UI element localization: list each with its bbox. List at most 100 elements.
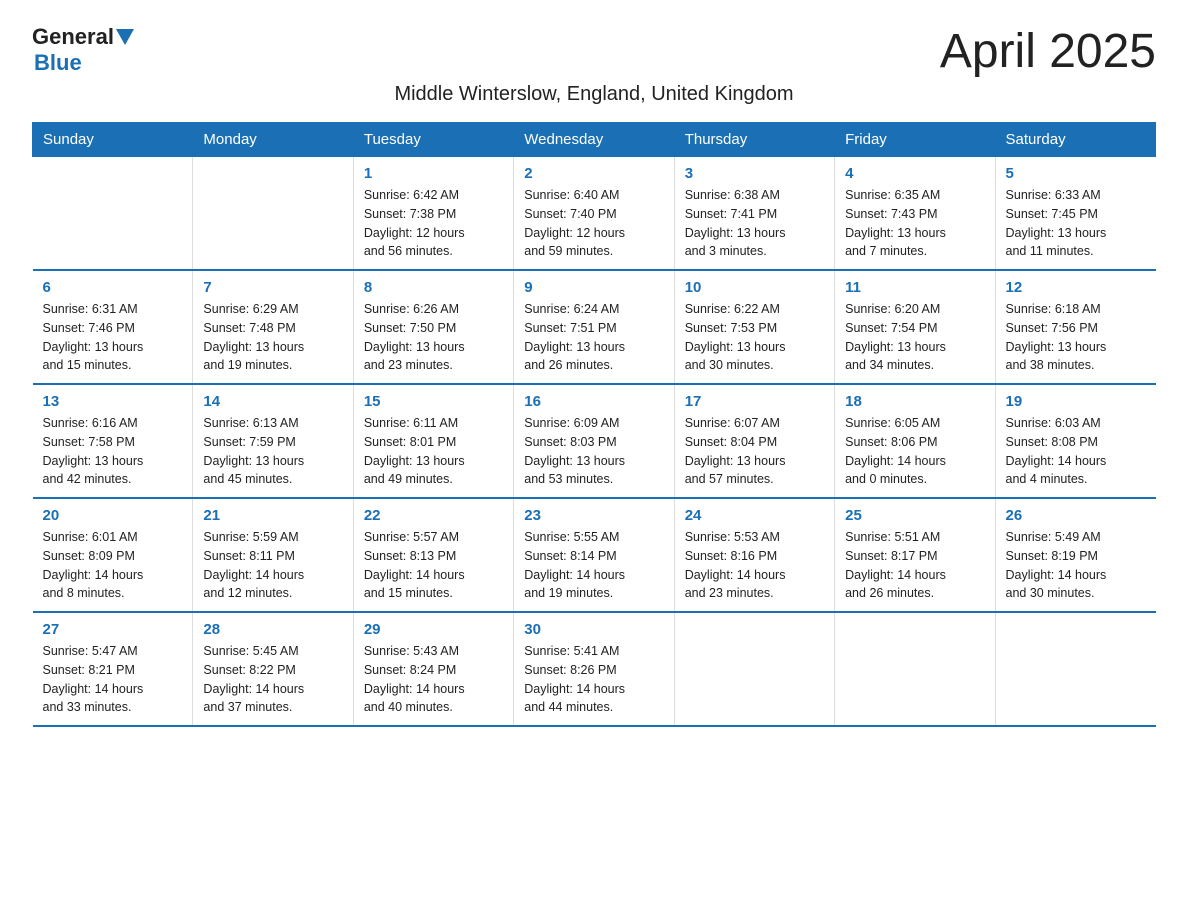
day-number: 5 <box>1006 165 1146 182</box>
day-info: Sunrise: 5:55 AMSunset: 8:14 PMDaylight:… <box>524 528 663 603</box>
day-cell: 13 Sunrise: 6:16 AMSunset: 7:58 PMDayligh… <box>33 384 193 498</box>
day-number: 24 <box>685 507 824 524</box>
day-info: Sunrise: 6:18 AMSunset: 7:56 PMDaylight:… <box>1006 300 1146 375</box>
day-info: Sunrise: 6:05 AMSunset: 8:06 PMDaylight:… <box>845 414 984 489</box>
day-cell: 29 Sunrise: 5:43 AMSunset: 8:24 PMDayligh… <box>353 612 513 726</box>
day-cell: 5 Sunrise: 6:33 AMSunset: 7:45 PMDaylight… <box>995 157 1155 271</box>
logo-triangle-icon <box>116 29 134 47</box>
subtitle: Middle Winterslow, England, United Kingd… <box>32 83 1156 106</box>
header-tuesday: Tuesday <box>353 123 513 157</box>
day-cell: 30 Sunrise: 5:41 AMSunset: 8:26 PMDayligh… <box>514 612 674 726</box>
day-info: Sunrise: 6:03 AMSunset: 8:08 PMDaylight:… <box>1006 414 1146 489</box>
logo-blue: Blue <box>34 50 82 76</box>
day-cell: 11 Sunrise: 6:20 AMSunset: 7:54 PMDayligh… <box>835 270 995 384</box>
day-cell: 18 Sunrise: 6:05 AMSunset: 8:06 PMDayligh… <box>835 384 995 498</box>
day-number: 18 <box>845 393 984 410</box>
day-number: 23 <box>524 507 663 524</box>
day-cell: 1Sunrise: 6:42 AMSunset: 7:38 PMDaylight… <box>353 157 513 271</box>
day-cell <box>995 612 1155 726</box>
day-info: Sunrise: 6:09 AMSunset: 8:03 PMDaylight:… <box>524 414 663 489</box>
day-cell: 25Sunrise: 5:51 AMSunset: 8:17 PMDayligh… <box>835 498 995 612</box>
logo-general: General <box>32 24 114 50</box>
day-number: 8 <box>364 279 503 296</box>
day-number: 17 <box>685 393 824 410</box>
day-number: 22 <box>364 507 503 524</box>
week-row-2: 6Sunrise: 6:31 AMSunset: 7:46 PMDaylight… <box>33 270 1156 384</box>
day-cell: 9 Sunrise: 6:24 AMSunset: 7:51 PMDaylight… <box>514 270 674 384</box>
day-info: Sunrise: 6:31 AMSunset: 7:46 PMDaylight:… <box>43 300 183 375</box>
day-number: 15 <box>364 393 503 410</box>
header-wednesday: Wednesday <box>514 123 674 157</box>
day-info: Sunrise: 5:43 AMSunset: 8:24 PMDaylight:… <box>364 642 503 717</box>
day-info: Sunrise: 6:40 AMSunset: 7:40 PMDaylight:… <box>524 186 663 261</box>
calendar-table: SundayMondayTuesdayWednesdayThursdayFrid… <box>32 122 1156 727</box>
day-info: Sunrise: 5:59 AMSunset: 8:11 PMDaylight:… <box>203 528 342 603</box>
week-row-3: 13 Sunrise: 6:16 AMSunset: 7:58 PMDayligh… <box>33 384 1156 498</box>
day-number: 21 <box>203 507 342 524</box>
day-cell: 16Sunrise: 6:09 AMSunset: 8:03 PMDayligh… <box>514 384 674 498</box>
day-info: Sunrise: 6:16 AMSunset: 7:58 PMDaylight:… <box>43 414 183 489</box>
day-number: 26 <box>1006 507 1146 524</box>
day-cell: 15 Sunrise: 6:11 AMSunset: 8:01 PMDayligh… <box>353 384 513 498</box>
page-title: April 2025 <box>940 24 1156 79</box>
day-info: Sunrise: 5:41 AMSunset: 8:26 PMDaylight:… <box>524 642 663 717</box>
day-cell <box>835 612 995 726</box>
day-info: Sunrise: 6:24 AMSunset: 7:51 PMDaylight:… <box>524 300 663 375</box>
header: General Blue April 2025 <box>32 24 1156 79</box>
day-info: Sunrise: 6:38 AMSunset: 7:41 PMDaylight:… <box>685 186 824 261</box>
logo: General Blue <box>32 24 134 76</box>
day-number: 10 <box>685 279 824 296</box>
day-cell: 28Sunrise: 5:45 AMSunset: 8:22 PMDayligh… <box>193 612 353 726</box>
day-info: Sunrise: 6:22 AMSunset: 7:53 PMDaylight:… <box>685 300 824 375</box>
day-cell: 17 Sunrise: 6:07 AMSunset: 8:04 PMDayligh… <box>674 384 834 498</box>
day-cell: 2 Sunrise: 6:40 AMSunset: 7:40 PMDaylight… <box>514 157 674 271</box>
week-row-1: 1Sunrise: 6:42 AMSunset: 7:38 PMDaylight… <box>33 157 1156 271</box>
day-number: 30 <box>524 621 663 638</box>
day-info: Sunrise: 6:13 AMSunset: 7:59 PMDaylight:… <box>203 414 342 489</box>
day-number: 3 <box>685 165 824 182</box>
header-saturday: Saturday <box>995 123 1155 157</box>
day-number: 9 <box>524 279 663 296</box>
day-number: 29 <box>364 621 503 638</box>
day-number: 14 <box>203 393 342 410</box>
day-number: 12 <box>1006 279 1146 296</box>
day-number: 19 <box>1006 393 1146 410</box>
day-cell: 6Sunrise: 6:31 AMSunset: 7:46 PMDaylight… <box>33 270 193 384</box>
day-cell: 8Sunrise: 6:26 AMSunset: 7:50 PMDaylight… <box>353 270 513 384</box>
day-info: Sunrise: 5:57 AMSunset: 8:13 PMDaylight:… <box>364 528 503 603</box>
day-number: 13 <box>43 393 183 410</box>
day-cell: 12 Sunrise: 6:18 AMSunset: 7:56 PMDayligh… <box>995 270 1155 384</box>
day-number: 4 <box>845 165 984 182</box>
calendar-header: SundayMondayTuesdayWednesdayThursdayFrid… <box>33 123 1156 157</box>
day-info: Sunrise: 6:29 AMSunset: 7:48 PMDaylight:… <box>203 300 342 375</box>
day-cell: 22 Sunrise: 5:57 AMSunset: 8:13 PMDayligh… <box>353 498 513 612</box>
calendar-body: 1Sunrise: 6:42 AMSunset: 7:38 PMDaylight… <box>33 157 1156 727</box>
day-info: Sunrise: 5:47 AMSunset: 8:21 PMDaylight:… <box>43 642 183 717</box>
day-cell <box>674 612 834 726</box>
day-number: 1 <box>364 165 503 182</box>
day-info: Sunrise: 5:51 AMSunset: 8:17 PMDaylight:… <box>845 528 984 603</box>
day-number: 28 <box>203 621 342 638</box>
day-cell: 4Sunrise: 6:35 AMSunset: 7:43 PMDaylight… <box>835 157 995 271</box>
day-info: Sunrise: 6:11 AMSunset: 8:01 PMDaylight:… <box>364 414 503 489</box>
header-thursday: Thursday <box>674 123 834 157</box>
day-cell: 24Sunrise: 5:53 AMSunset: 8:16 PMDayligh… <box>674 498 834 612</box>
day-info: Sunrise: 6:20 AMSunset: 7:54 PMDaylight:… <box>845 300 984 375</box>
day-cell: 10 Sunrise: 6:22 AMSunset: 7:53 PMDayligh… <box>674 270 834 384</box>
day-number: 27 <box>43 621 183 638</box>
day-number: 2 <box>524 165 663 182</box>
day-cell: 14 Sunrise: 6:13 AMSunset: 7:59 PMDayligh… <box>193 384 353 498</box>
day-cell: 19 Sunrise: 6:03 AMSunset: 8:08 PMDayligh… <box>995 384 1155 498</box>
day-info: Sunrise: 6:33 AMSunset: 7:45 PMDaylight:… <box>1006 186 1146 261</box>
day-cell: 21 Sunrise: 5:59 AMSunset: 8:11 PMDayligh… <box>193 498 353 612</box>
week-row-4: 20Sunrise: 6:01 AMSunset: 8:09 PMDayligh… <box>33 498 1156 612</box>
day-cell: 23 Sunrise: 5:55 AMSunset: 8:14 PMDayligh… <box>514 498 674 612</box>
day-cell: 20Sunrise: 6:01 AMSunset: 8:09 PMDayligh… <box>33 498 193 612</box>
day-cell <box>33 157 193 271</box>
day-number: 11 <box>845 279 984 296</box>
day-cell: 26Sunrise: 5:49 AMSunset: 8:19 PMDayligh… <box>995 498 1155 612</box>
day-number: 20 <box>43 507 183 524</box>
day-cell <box>193 157 353 271</box>
day-info: Sunrise: 6:07 AMSunset: 8:04 PMDaylight:… <box>685 414 824 489</box>
header-friday: Friday <box>835 123 995 157</box>
